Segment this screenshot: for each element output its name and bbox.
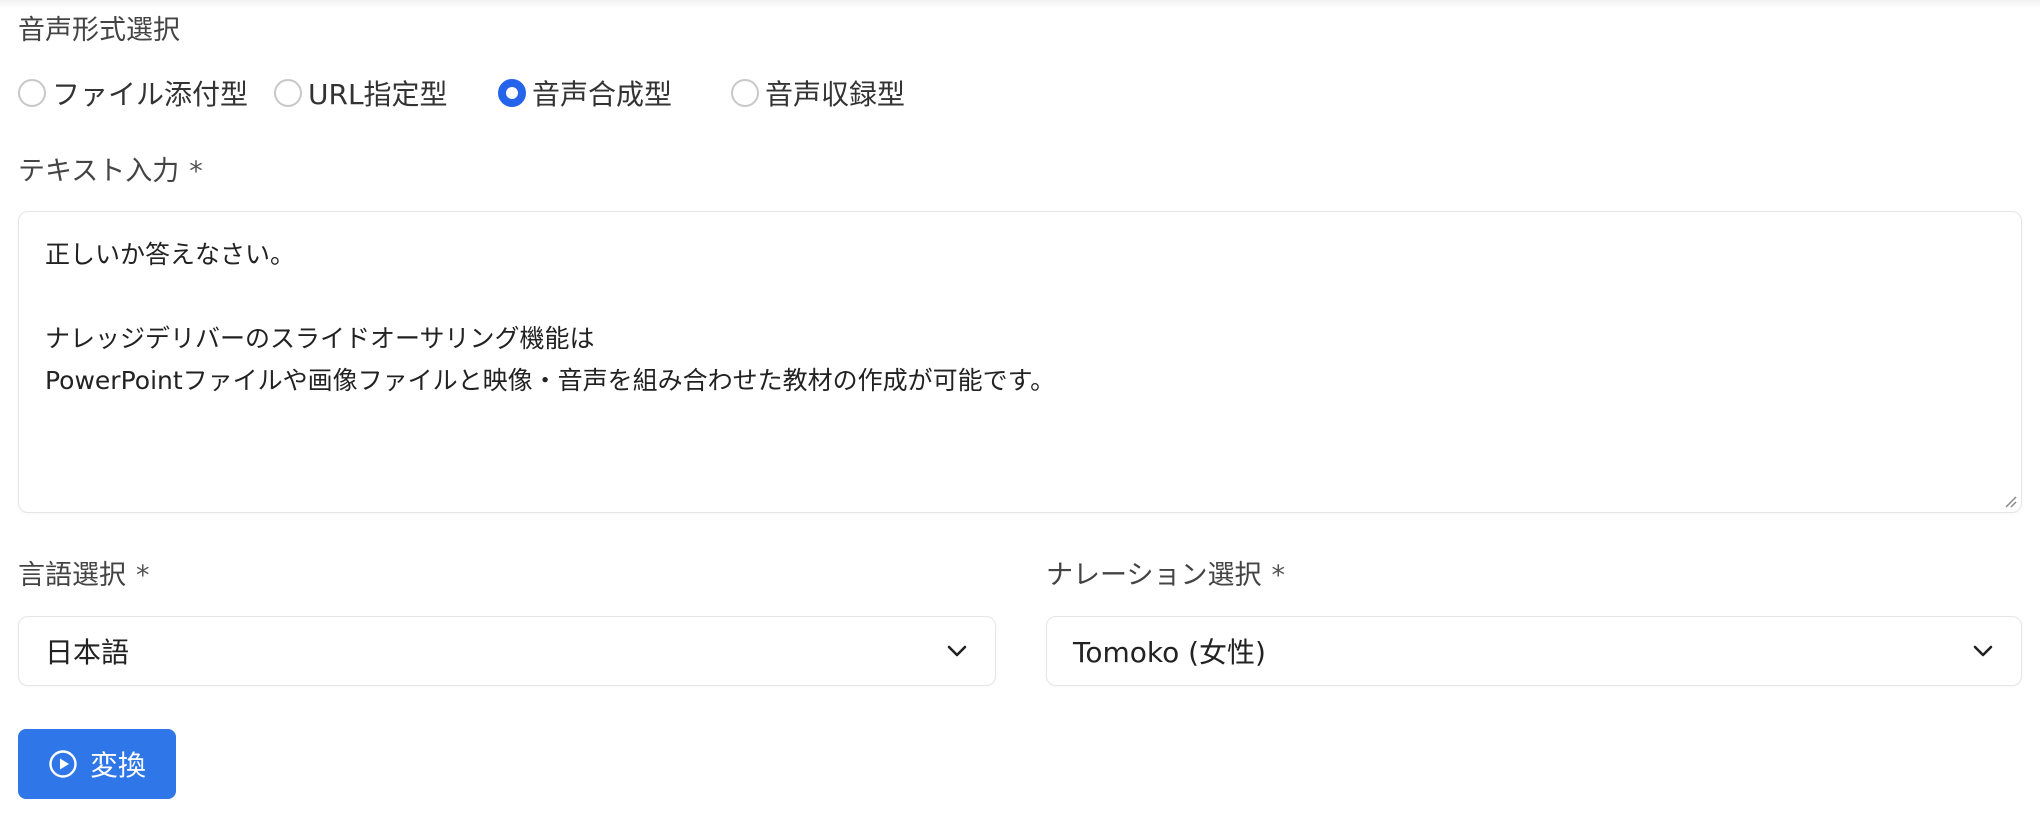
text-line — [45, 276, 1995, 318]
required-mark: * — [189, 156, 203, 187]
required-mark: * — [136, 560, 150, 591]
radio-label-url: URL指定型 — [308, 78, 448, 111]
convert-button[interactable]: 変換 — [18, 729, 176, 799]
narration-label: ナレーション選択 * — [1046, 560, 1285, 591]
chevron-down-icon — [1973, 645, 1993, 657]
narration-select-value: Tomoko (女性) — [1073, 636, 1266, 669]
text-input-label: テキスト入力 * — [18, 156, 203, 187]
text-input-area[interactable]: 正しいか答えなさい。 ナレッジデリバーのスライドオーサリング機能は PowerP… — [18, 211, 2022, 513]
audio-format-label: 音声形式選択 — [18, 15, 180, 46]
radio-circle-icon[interactable] — [731, 79, 759, 107]
text-line: ナレッジデリバーのスライドオーサリング機能は — [45, 324, 595, 353]
convert-button-label: 変換 — [89, 750, 146, 781]
language-label: 言語選択 * — [18, 560, 150, 591]
required-mark: * — [1271, 560, 1285, 591]
chevron-down-icon — [947, 645, 967, 657]
resize-handle-icon[interactable] — [2003, 494, 2017, 508]
radio-label-file-attach: ファイル添付型 — [52, 78, 249, 111]
radio-file-attach[interactable]: ファイル添付型 — [18, 74, 248, 112]
play-circle-icon — [49, 750, 77, 778]
language-select-value: 日本語 — [45, 636, 130, 669]
text-line: 正しいか答えなさい。 — [45, 240, 296, 269]
radio-recording[interactable]: 音声収録型 — [731, 74, 905, 112]
narration-select[interactable]: Tomoko (女性) — [1046, 616, 2022, 686]
radio-label-speech-synthesis: 音声合成型 — [532, 78, 673, 111]
radio-url[interactable]: URL指定型 — [274, 74, 448, 112]
language-select[interactable]: 日本語 — [18, 616, 996, 686]
text-line: PowerPointファイルや画像ファイルと映像・音声を組み合わせた教材の作成が… — [45, 366, 1056, 395]
top-divider — [0, 0, 2040, 8]
radio-speech-synthesis[interactable]: 音声合成型 — [498, 74, 672, 112]
radio-circle-icon[interactable] — [274, 79, 302, 107]
radio-label-recording: 音声収録型 — [765, 78, 906, 111]
radio-circle-icon[interactable] — [18, 79, 46, 107]
radio-checked-icon[interactable] — [498, 79, 526, 107]
